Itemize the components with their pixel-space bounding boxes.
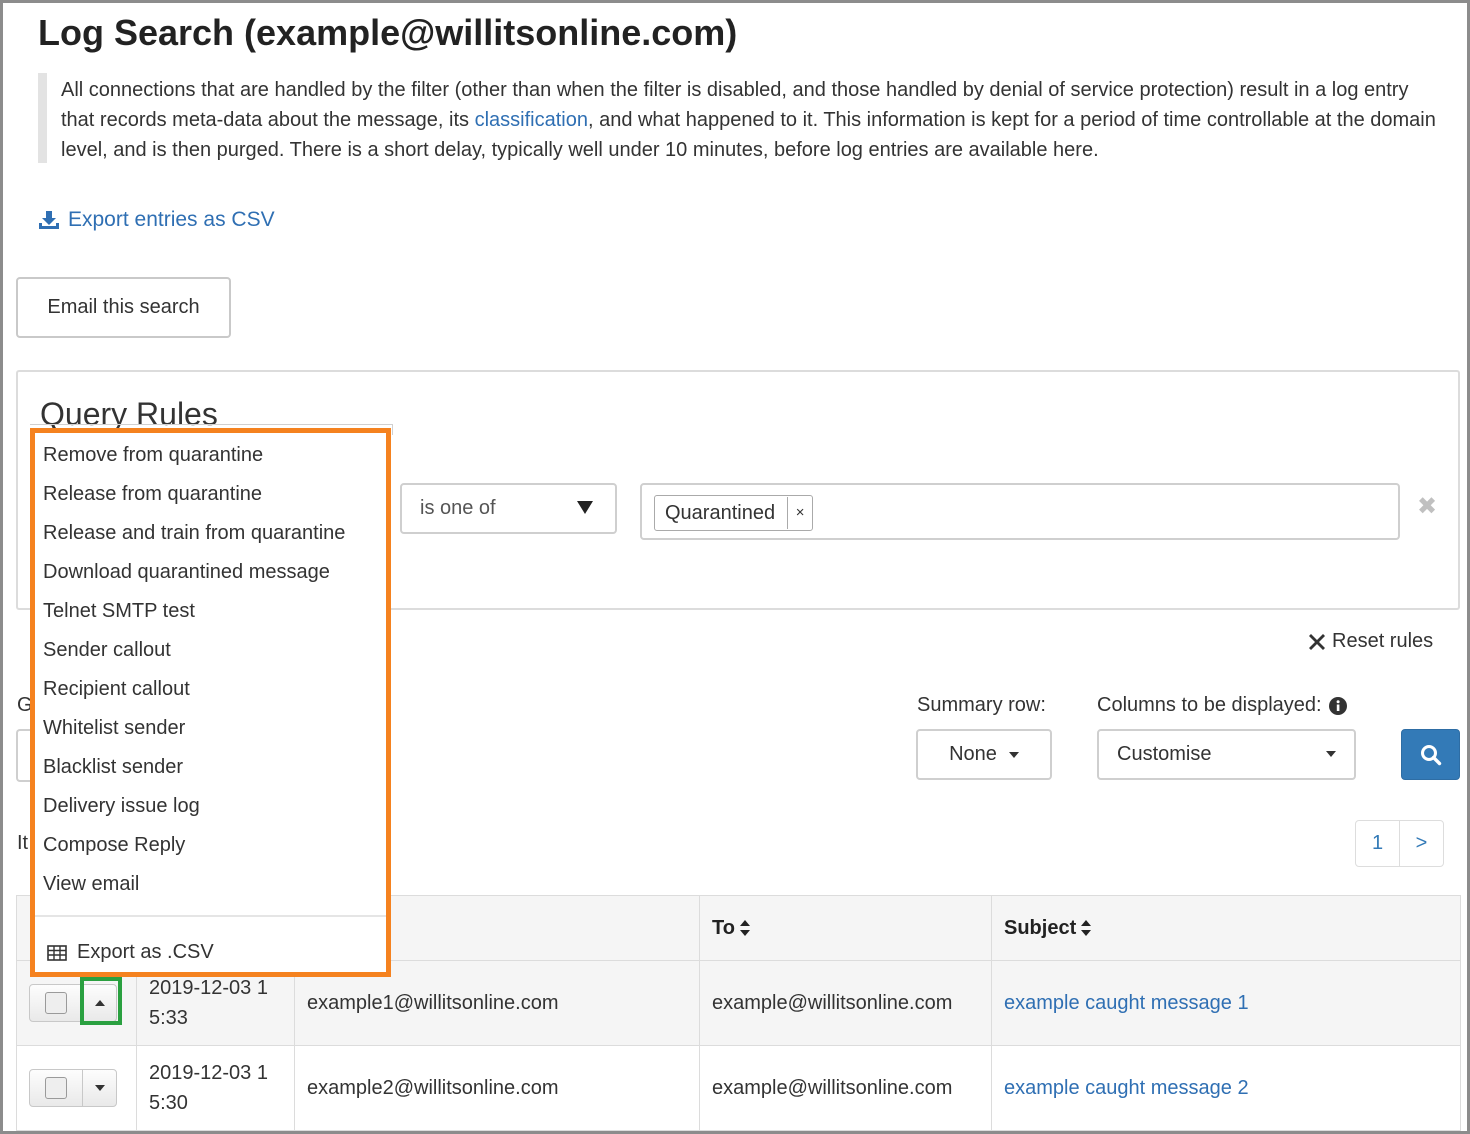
columns-label: Columns to be displayed: <box>1097 694 1347 717</box>
menu-item-view-email[interactable]: View email <box>43 873 139 896</box>
classification-link[interactable]: classification <box>475 109 588 131</box>
subject-cell: example caught message 2 <box>991 1045 1461 1131</box>
row-select-checkbox[interactable] <box>30 1070 83 1106</box>
menu-item-compose-reply[interactable]: Compose Reply <box>43 834 185 857</box>
row-actions-cell <box>16 1045 137 1131</box>
row-select-checkbox[interactable] <box>30 985 83 1021</box>
menu-divider <box>35 915 386 917</box>
menu-item-release-and-train[interactable]: Release and train from quarantine <box>43 522 345 545</box>
info-icon[interactable] <box>1328 696 1347 715</box>
header-subject-label: Subject <box>1004 916 1077 939</box>
columns-select[interactable]: Customise <box>1097 729 1356 780</box>
row-action-menu: Remove from quarantine Release from quar… <box>30 428 391 977</box>
date-value: 2019-12-03 1 <box>149 977 268 999</box>
toggle-highlight <box>80 977 122 1025</box>
table-icon <box>47 944 67 961</box>
menu-item-sender-callout[interactable]: Sender callout <box>43 639 171 662</box>
close-icon <box>1309 633 1325 650</box>
time-value: 5:30 <box>149 1092 188 1114</box>
menu-item-remove-from-quarantine[interactable]: Remove from quarantine <box>43 444 263 467</box>
email-search-button[interactable]: Email this search <box>16 277 231 338</box>
items-label-fragment: It <box>17 832 29 854</box>
menu-item-export-csv[interactable]: Export as .CSV <box>47 941 214 964</box>
export-csv-label: Export entries as CSV <box>68 208 275 231</box>
download-icon <box>39 211 59 229</box>
page-1-button[interactable]: 1 <box>1356 821 1399 866</box>
next-page-button[interactable]: > <box>1399 821 1443 866</box>
subject-link[interactable]: example caught message 2 <box>1004 1077 1249 1099</box>
sort-icon <box>1081 920 1092 937</box>
operator-value: is one of <box>420 497 496 519</box>
caret-down-icon <box>1326 751 1336 757</box>
remove-rule-icon[interactable]: ✖ <box>1417 492 1437 521</box>
caret-down-icon <box>577 501 593 514</box>
header-subject[interactable]: Subject <box>991 895 1461 961</box>
header-to-label: To <box>712 916 735 939</box>
value-tag-input[interactable]: Quarantined × <box>640 483 1400 540</box>
intro-text: All connections that are handled by the … <box>38 73 1438 163</box>
to-cell: example@willitsonline.com <box>699 960 992 1046</box>
menu-item-download-message[interactable]: Download quarantined message <box>43 561 330 584</box>
tag-quarantined: Quarantined × <box>654 495 814 531</box>
summary-row-dropdown[interactable]: None <box>916 729 1052 780</box>
header-to[interactable]: To <box>699 895 992 961</box>
sort-icon <box>739 920 750 937</box>
menu-item-whitelist-sender[interactable]: Whitelist sender <box>43 717 185 740</box>
columns-label-text: Columns to be displayed: <box>1097 694 1322 716</box>
subject-link[interactable]: example caught message 1 <box>1004 992 1249 1014</box>
tag-remove-icon[interactable]: × <box>787 497 812 529</box>
menu-item-recipient-callout[interactable]: Recipient callout <box>43 678 190 701</box>
summary-row-value: None <box>949 743 997 765</box>
time-value: 5:33 <box>149 1007 188 1029</box>
menu-item-telnet-smtp-test[interactable]: Telnet SMTP test <box>43 600 195 623</box>
page-title: Log Search (example@willitsonline.com) <box>38 12 738 53</box>
menu-item-release-from-quarantine[interactable]: Release from quarantine <box>43 483 262 506</box>
row-action-control <box>29 1069 117 1107</box>
checkbox-square <box>45 992 67 1014</box>
search-icon <box>1420 744 1441 765</box>
pagination: 1 > <box>1355 820 1444 867</box>
date-value: 2019-12-03 1 <box>149 1062 268 1084</box>
caret-down-icon <box>1008 751 1019 758</box>
to-cell: example@willitsonline.com <box>699 1045 992 1131</box>
subject-cell: example caught message 1 <box>991 960 1461 1046</box>
row-action-toggle[interactable] <box>83 1070 116 1106</box>
operator-select[interactable]: is one of <box>400 483 617 534</box>
reset-rules-label: Reset rules <box>1332 630 1434 652</box>
tag-label: Quarantined <box>665 502 776 524</box>
checkbox-square <box>45 1077 67 1099</box>
reset-rules-button[interactable]: Reset rules <box>1308 630 1433 653</box>
date-cell: 2019-12-03 1 5:30 <box>136 1045 295 1131</box>
summary-row-label: Summary row: <box>917 694 1046 716</box>
table-row: 2019-12-03 1 5:30 example2@willitsonline.… <box>16 1045 1461 1131</box>
search-button[interactable] <box>1401 729 1460 780</box>
from-cell: example2@willitsonline.com <box>294 1045 700 1131</box>
caret-down-icon <box>94 1085 105 1091</box>
export-csv-menu-label: Export as .CSV <box>77 941 214 963</box>
menu-item-blacklist-sender[interactable]: Blacklist sender <box>43 756 183 779</box>
export-csv-link[interactable]: Export entries as CSV <box>38 208 275 232</box>
menu-item-delivery-issue-log[interactable]: Delivery issue log <box>43 795 200 818</box>
columns-value: Customise <box>1117 743 1212 765</box>
